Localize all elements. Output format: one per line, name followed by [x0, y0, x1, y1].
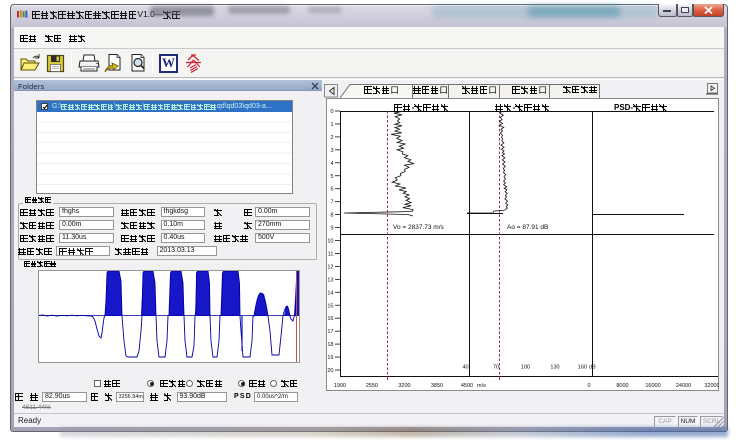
svg-text:32000: 32000 [704, 383, 719, 389]
svg-text:160: 160 [578, 365, 587, 371]
svg-text:7: 7 [330, 200, 333, 206]
svg-text:100: 100 [521, 365, 530, 371]
svg-text:16000: 16000 [645, 383, 660, 389]
svg-text:15: 15 [327, 303, 333, 309]
svg-text:6: 6 [330, 187, 333, 193]
svg-text:9: 9 [330, 226, 333, 232]
svg-text:10: 10 [327, 239, 333, 245]
svg-text:130: 130 [550, 365, 559, 371]
svg-text:3850: 3850 [431, 383, 443, 389]
svg-text:12: 12 [327, 264, 333, 270]
svg-text:18: 18 [327, 342, 333, 348]
svg-text:16: 16 [327, 316, 333, 322]
svg-text:3200: 3200 [398, 383, 410, 389]
svg-text:dB: dB [589, 365, 596, 371]
svg-text:14: 14 [327, 290, 333, 296]
svg-text:1900: 1900 [334, 383, 346, 389]
svg-text:3: 3 [330, 148, 333, 154]
svg-text:19: 19 [327, 355, 333, 361]
svg-text:17: 17 [327, 329, 333, 335]
svg-text:20: 20 [327, 368, 333, 374]
svg-text:24000: 24000 [676, 383, 691, 389]
svg-text:m/s: m/s [477, 383, 486, 389]
svg-text:2: 2 [330, 135, 333, 141]
svg-text:4: 4 [330, 161, 333, 167]
svg-text:4500: 4500 [461, 383, 473, 389]
svg-text:8: 8 [330, 213, 333, 219]
svg-text:11: 11 [328, 251, 334, 257]
svg-text:13: 13 [327, 277, 333, 283]
svg-text:70: 70 [493, 365, 499, 371]
svg-text:40: 40 [462, 365, 468, 371]
svg-text:1: 1 [330, 122, 333, 128]
svg-text:8000: 8000 [616, 383, 628, 389]
svg-text:0: 0 [587, 383, 590, 389]
svg-text:0: 0 [330, 109, 333, 115]
svg-text:2550: 2550 [366, 383, 378, 389]
svg-text:5: 5 [330, 174, 333, 180]
